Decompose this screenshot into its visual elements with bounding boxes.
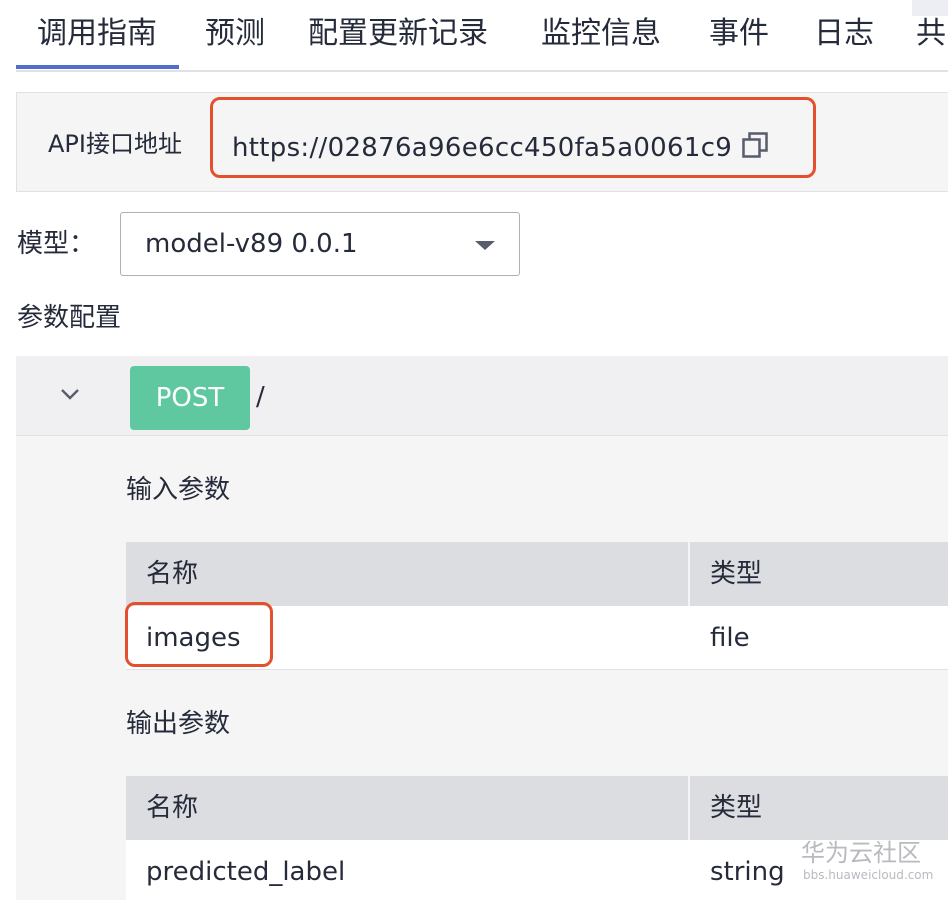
api-address-value: https://02876a96e6cc450fa5a0061c9	[232, 133, 733, 163]
api-address-label: API接口地址	[48, 130, 182, 158]
tab-monitoring[interactable]: 监控信息	[541, 12, 661, 56]
tab-bar: 调用指南 预测 配置更新记录 监控信息 事件 日志 共	[0, 0, 948, 72]
column-header-type: 类型	[710, 793, 763, 823]
tab-call-guide[interactable]: 调用指南	[16, 12, 179, 69]
table-header-row: 名称 类型	[126, 542, 948, 606]
api-address-panel: API接口地址 https://02876a96e6cc450fa5a0061c…	[16, 92, 948, 192]
param-type: string	[710, 857, 785, 887]
tab-shared-partial[interactable]: 共	[916, 12, 946, 56]
watermark-title: 华为云社区	[801, 839, 921, 867]
param-type: file	[710, 623, 750, 653]
tab-events[interactable]: 事件	[709, 12, 769, 56]
tab-logs[interactable]: 日志	[814, 12, 874, 56]
input-params-title: 输入参数	[126, 475, 231, 505]
copy-icon[interactable]	[742, 132, 768, 158]
caret-down-icon	[475, 241, 495, 250]
param-name: images	[146, 623, 241, 653]
table-row: images file	[126, 606, 948, 670]
model-select[interactable]: model-v89 0.0.1	[120, 212, 520, 276]
column-header-type: 类型	[710, 559, 763, 589]
output-params-title: 输出参数	[126, 709, 231, 739]
endpoint-header[interactable]: POST /	[16, 356, 948, 436]
api-address-field: https://02876a96e6cc450fa5a0061c9	[230, 126, 814, 170]
model-label: 模型：	[17, 229, 96, 259]
tab-bar-divider	[16, 70, 948, 72]
tab-predict[interactable]: 预测	[205, 12, 265, 56]
chevron-down-icon[interactable]	[60, 387, 80, 401]
tab-config-history[interactable]: 配置更新记录	[308, 12, 488, 56]
param-name: predicted_label	[146, 857, 346, 887]
endpoint-path: /	[256, 382, 265, 412]
column-header-name: 名称	[146, 793, 199, 823]
column-header-name: 名称	[146, 559, 199, 589]
table-header-row: 名称 类型	[126, 776, 948, 840]
watermark-url: bbs.huaweicloud.com	[803, 868, 934, 882]
input-params-table: 名称 类型 images file	[126, 542, 948, 670]
model-select-value: model-v89 0.0.1	[145, 229, 358, 259]
top-right-corner	[912, 0, 948, 16]
params-config-title: 参数配置	[17, 303, 122, 333]
method-badge: POST	[130, 366, 250, 430]
